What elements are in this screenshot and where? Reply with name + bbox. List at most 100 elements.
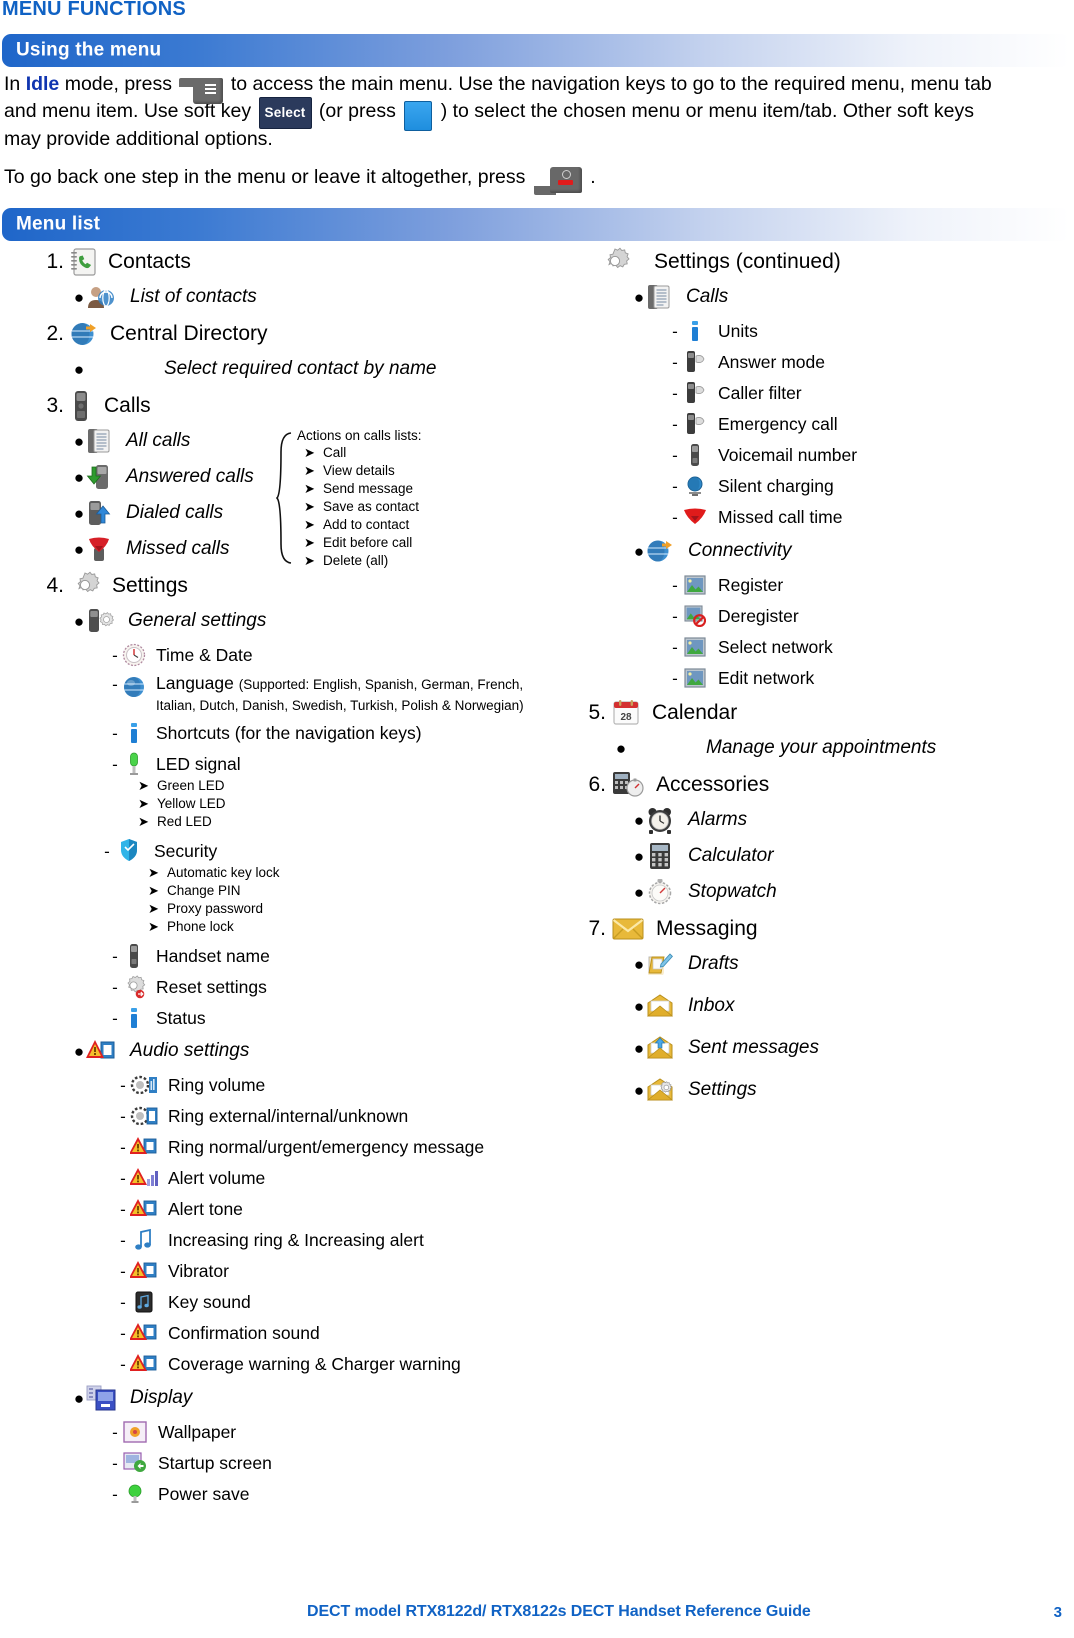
submenu-item-calls[interactable]: ● Calls: [632, 282, 1074, 312]
alert-speaker-icon: [86, 1037, 116, 1065]
wallpaper-icon: [122, 1421, 148, 1443]
submenu-item-label: Calls: [686, 286, 729, 307]
call-list-icon: [646, 283, 672, 311]
callout-item-save-as-contact: ➤ Save as contact: [304, 498, 542, 515]
handset-icon: [122, 943, 146, 969]
submenu-item-power-save[interactable]: - Power save: [108, 1481, 548, 1507]
network-icon: [682, 667, 708, 689]
submenu-item-alarms[interactable]: ● Alarms: [632, 805, 1074, 835]
list-number: 2.: [46, 322, 64, 345]
dash-marker: -: [120, 1230, 126, 1250]
list-number: 7.: [588, 917, 606, 940]
submenu-item-label: Increasing ring & Increasing alert: [168, 1229, 424, 1250]
submenu-item-vibrator[interactable]: - Vibrator: [116, 1258, 548, 1284]
submenu-item-deregister[interactable]: - Deregister: [668, 603, 1074, 629]
submenu-item-label: General settings: [128, 610, 267, 631]
calendar-icon: 28: [612, 699, 640, 727]
arrow-marker: ➤: [148, 901, 159, 916]
menu-item-calls[interactable]: 3. Calls: [28, 390, 548, 422]
submenu-item-answer-mode[interactable]: - Answer mode: [668, 349, 1074, 375]
callout-item-delete-all: ➤ Delete (all): [304, 552, 542, 569]
submenu-item-emergency-call[interactable]: - Emergency call: [668, 411, 1074, 437]
submenu-item-led-signal[interactable]: - LED signal: [108, 751, 548, 777]
dialed-call-icon: [86, 499, 112, 527]
submenu-item-language[interactable]: - Language (Supported: English, Spanish,…: [108, 673, 548, 715]
submenu-item-edit-network[interactable]: - Edit network: [668, 665, 1074, 691]
menu-item-contacts[interactable]: 1. Contacts: [28, 246, 548, 278]
callout-item-add-to-contact: ➤ Add to contact: [304, 516, 542, 533]
submenu-item-general-settings[interactable]: ● General settings: [72, 606, 548, 636]
bullet-marker: ●: [633, 1080, 645, 1100]
submenu-item-audio-settings[interactable]: ● Audio settings: [72, 1036, 548, 1066]
submenu-item-increasing-ring[interactable]: - Increasing ring & Increasing alert: [116, 1227, 548, 1253]
submenu-item-status[interactable]: - Status: [108, 1005, 548, 1031]
stopwatch-icon: [646, 878, 674, 906]
bullet-marker: ●: [73, 503, 85, 523]
submenu-item-voicemail-number[interactable]: - Voicemail number: [668, 442, 1074, 468]
menu-item-accessories[interactable]: 6. Accessories: [570, 769, 1074, 801]
submenu-item-key-sound[interactable]: - Key sound: [116, 1289, 548, 1315]
submenu-item-select-contact[interactable]: ● Select required contact by name: [72, 354, 548, 384]
dash-marker: -: [672, 606, 678, 626]
answered-call-icon: [86, 463, 112, 491]
menu-item-settings[interactable]: 4. Settings: [28, 570, 548, 602]
submenu-item-label: Missed calls: [126, 538, 230, 559]
para2-text-b: .: [584, 166, 596, 188]
menu-item-calendar[interactable]: 5. 28 Calendar: [570, 697, 1074, 729]
submenu-item-security[interactable]: - Security: [100, 838, 548, 864]
callout-item-label: Send message: [323, 481, 414, 496]
submenu-item-sent-messages[interactable]: ● Sent messages: [632, 1033, 1074, 1063]
submenu-item-messaging-settings[interactable]: ● Settings: [632, 1075, 1074, 1105]
submenu-item-confirmation-sound[interactable]: - Confirmation sound: [116, 1320, 548, 1346]
submenu-item-label: Security: [154, 840, 218, 861]
submenu-item-manage-appointments[interactable]: ● Manage your appointments: [614, 733, 1074, 763]
dash-marker: -: [672, 507, 678, 527]
submenu-item-silent-charging[interactable]: - Silent charging: [668, 473, 1074, 499]
list-number: 3.: [46, 394, 64, 417]
submenu-item-missed-call-time[interactable]: - Missed call time: [668, 504, 1074, 530]
submenu-item-ring-volume[interactable]: - Ring volume: [116, 1072, 548, 1098]
submenu-item-label: Key sound: [168, 1291, 251, 1312]
submenu-item-reset-settings[interactable]: - Reset settings: [108, 974, 548, 1000]
submenu-item-stopwatch[interactable]: ● Stopwatch: [632, 877, 1074, 907]
submenu-item-display[interactable]: ● Display: [72, 1383, 548, 1413]
submenu-item-inbox[interactable]: ● Inbox: [632, 991, 1074, 1021]
callout-item-view-details: ➤ View details: [304, 462, 542, 479]
submenu-item-ring-message-type[interactable]: - Ring normal/urgent/emergency message: [116, 1134, 548, 1160]
submenu-item-units[interactable]: - Units: [668, 318, 1074, 344]
blue-select-key-icon: [404, 100, 433, 131]
bullet-marker: ●: [633, 810, 645, 830]
bullet-marker: ●: [73, 1041, 85, 1061]
list-number: 6.: [588, 773, 606, 796]
menu-item-messaging[interactable]: 7. Messaging: [570, 913, 1074, 945]
submenu-item-list-of-contacts[interactable]: ● List of contacts: [72, 282, 548, 312]
submenu-item-select-network[interactable]: - Select network: [668, 634, 1074, 660]
submenu-item-label: Dialed calls: [126, 502, 224, 523]
submenu-item-register[interactable]: - Register: [668, 572, 1074, 598]
handset-icon: [70, 390, 92, 422]
inbox-icon: [646, 994, 674, 1018]
submenu-item-startup-screen[interactable]: - Startup screen: [108, 1450, 548, 1476]
section-bar-label: Menu list: [16, 213, 101, 235]
submenu-item-drafts[interactable]: ● Drafts: [632, 949, 1074, 979]
dash-marker: -: [112, 1422, 118, 1442]
submenu-item-coverage-warning[interactable]: - Coverage warning & Charger warning: [116, 1351, 548, 1377]
submenu-item-ring-source[interactable]: - Ring external/internal/unknown: [116, 1103, 548, 1129]
submenu-item-caller-filter[interactable]: - Caller filter: [668, 380, 1074, 406]
submenu-item-wallpaper[interactable]: - Wallpaper: [108, 1419, 548, 1445]
submenu-item-calculator[interactable]: ● Calculator: [632, 841, 1074, 871]
bullet-marker: ●: [633, 1038, 645, 1058]
contacts-book-icon: [70, 248, 96, 276]
dash-marker: -: [672, 476, 678, 496]
submenu-item-alert-tone[interactable]: - Alert tone: [116, 1196, 548, 1222]
dash-marker: -: [112, 977, 118, 997]
menu-item-central-directory[interactable]: 2. Central Directory: [28, 318, 548, 350]
submenu-item-handset-name[interactable]: - Handset name: [108, 943, 548, 969]
submenu-item-shortcuts[interactable]: - Shortcuts (for the navigation keys): [108, 720, 548, 746]
submenu-item-label: LED signal: [156, 753, 241, 774]
arrow-marker: ➤: [148, 919, 159, 934]
submenu-item-alert-volume[interactable]: - Alert volume: [116, 1165, 548, 1191]
submenu-item-connectivity[interactable]: ● Connectivity: [632, 536, 1074, 566]
para1-text-b: mode, press: [59, 73, 178, 95]
submenu-item-time-date[interactable]: - Time & Date: [108, 642, 548, 668]
